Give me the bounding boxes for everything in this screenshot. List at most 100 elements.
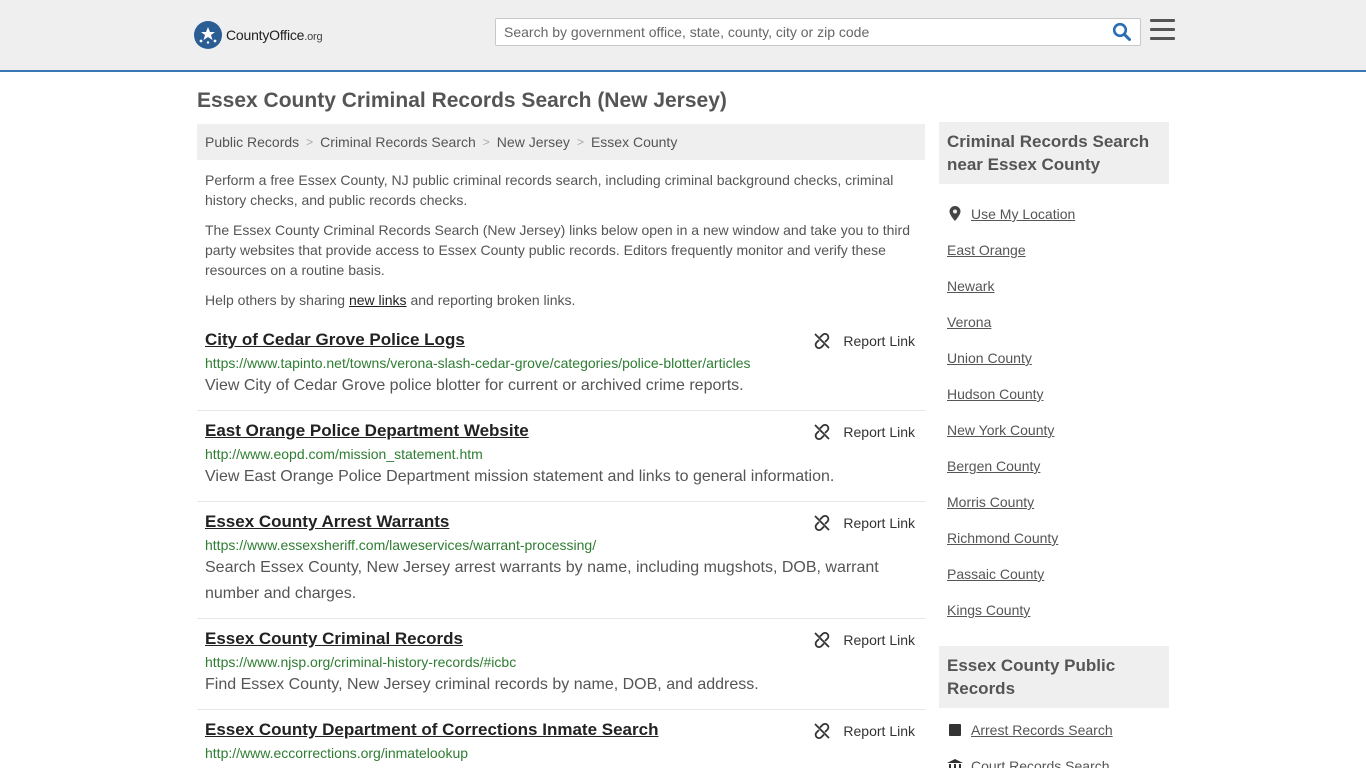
- nearby-heading: Criminal Records Search near Essex Count…: [939, 122, 1169, 184]
- results-list: City of Cedar Grove Police Logs Report L…: [197, 320, 925, 768]
- arrest-records-search-link[interactable]: Arrest Records Search: [971, 722, 1113, 738]
- site-logo[interactable]: CountyOffice.org: [194, 20, 323, 50]
- nearby-item: Newark: [947, 268, 1169, 304]
- result-item: City of Cedar Grove Police Logs Report L…: [197, 320, 925, 411]
- breadcrumb-essex-county[interactable]: Essex County: [591, 134, 677, 150]
- nearby-link-new-york-county[interactable]: New York County: [947, 422, 1054, 438]
- report-link-button[interactable]: Report Link: [813, 722, 915, 740]
- nearby-item: East Orange: [947, 232, 1169, 268]
- breadcrumb-separator: >: [306, 135, 314, 149]
- main-content: Perform a free Essex County, NJ public c…: [197, 170, 925, 768]
- nearby-link-bergen-county[interactable]: Bergen County: [947, 458, 1040, 474]
- nearby-item: Morris County: [947, 484, 1169, 520]
- broken-link-icon: [814, 632, 831, 648]
- nearby-item: New York County: [947, 412, 1169, 448]
- court-records-search-link[interactable]: Court Records Search: [971, 758, 1110, 768]
- report-link-button[interactable]: Report Link: [813, 631, 915, 649]
- intro: Perform a free Essex County, NJ public c…: [197, 170, 925, 310]
- result-title-link[interactable]: Essex County Arrest Warrants: [205, 512, 449, 532]
- hamburger-menu-button[interactable]: [1150, 19, 1175, 41]
- breadcrumb: Public Records > Criminal Records Search…: [197, 124, 925, 160]
- page-title: Essex County Criminal Records Search (Ne…: [197, 89, 727, 112]
- report-link-button[interactable]: Report Link: [813, 332, 915, 350]
- search-input[interactable]: [496, 19, 1096, 45]
- nearby-link-east-orange[interactable]: East Orange: [947, 242, 1026, 258]
- menu-bar: [1150, 37, 1175, 40]
- logo-badge-icon: [194, 21, 222, 49]
- broken-link-icon: [814, 723, 831, 739]
- nearby-item: Kings County: [947, 592, 1169, 628]
- nearby-link-newark[interactable]: Newark: [947, 278, 994, 294]
- nearby-link-richmond-county[interactable]: Richmond County: [947, 530, 1058, 546]
- intro-text: and reporting broken links.: [406, 292, 576, 308]
- nearby-link-morris-county[interactable]: Morris County: [947, 494, 1034, 510]
- nearby-item: Union County: [947, 340, 1169, 376]
- result-url: https://www.njsp.org/criminal-history-re…: [205, 654, 517, 670]
- public-records-list: Arrest Records Search Court Records Sear…: [939, 708, 1169, 768]
- site-header: CountyOffice.org: [0, 0, 1366, 72]
- report-link-button[interactable]: Report Link: [813, 423, 915, 441]
- nearby-link-kings-county[interactable]: Kings County: [947, 602, 1030, 618]
- report-link-label: Report Link: [843, 424, 915, 440]
- new-links-link[interactable]: new links: [349, 292, 407, 308]
- menu-bar: [1150, 28, 1175, 31]
- intro-text: Help others by sharing: [205, 292, 349, 308]
- use-my-location-link[interactable]: Use My Location: [971, 206, 1075, 222]
- public-records-heading: Essex County Public Records: [939, 646, 1169, 708]
- report-link-button[interactable]: Report Link: [813, 514, 915, 532]
- report-link-label: Report Link: [843, 632, 915, 648]
- menu-bar: [1150, 19, 1175, 22]
- search-icon: [1112, 22, 1131, 41]
- result-url: https://www.essexsheriff.com/laweservice…: [205, 537, 597, 553]
- breadcrumb-criminal-records-search[interactable]: Criminal Records Search: [320, 134, 476, 150]
- intro-paragraph-3: Help others by sharing new links and rep…: [197, 290, 925, 310]
- nearby-item: Richmond County: [947, 520, 1169, 556]
- nearby-link-passaic-county[interactable]: Passaic County: [947, 566, 1044, 582]
- logo-text: CountyOffice.org: [226, 27, 323, 43]
- search-button[interactable]: [1112, 22, 1134, 44]
- result-title-link[interactable]: East Orange Police Department Website: [205, 421, 529, 441]
- result-item: East Orange Police Department Website Re…: [197, 411, 925, 502]
- nearby-list: Use My Location East Orange Newark Veron…: [939, 184, 1169, 636]
- search-box: [495, 18, 1141, 46]
- nearby-link-hudson-county[interactable]: Hudson County: [947, 386, 1044, 402]
- nearby-item: Bergen County: [947, 448, 1169, 484]
- use-location-item: Use My Location: [947, 196, 1169, 232]
- result-url: http://www.eccorrections.org/inmatelooku…: [205, 745, 469, 761]
- result-title-link[interactable]: City of Cedar Grove Police Logs: [205, 330, 465, 350]
- public-records-item: Court Records Search: [947, 748, 1169, 768]
- result-item: Essex County Arrest Warrants Report Link…: [197, 502, 925, 619]
- broken-link-icon: [814, 515, 831, 531]
- broken-link-icon: [814, 424, 831, 440]
- sidebar: Criminal Records Search near Essex Count…: [939, 122, 1169, 768]
- nearby-link-union-county[interactable]: Union County: [947, 350, 1032, 366]
- map-pin-icon: [947, 206, 963, 222]
- result-item: Essex County Department of Corrections I…: [197, 710, 925, 768]
- public-records-item: Arrest Records Search: [947, 712, 1169, 748]
- nearby-item: Verona: [947, 304, 1169, 340]
- square-icon: [947, 722, 963, 738]
- report-link-label: Report Link: [843, 723, 915, 739]
- report-link-label: Report Link: [843, 515, 915, 531]
- result-url: http://www.eopd.com/mission_statement.ht…: [205, 446, 483, 462]
- result-description: Find Essex County, New Jersey criminal r…: [205, 676, 759, 693]
- result-item: Essex County Criminal Records Report Lin…: [197, 619, 925, 710]
- result-title-link[interactable]: Essex County Department of Corrections I…: [205, 720, 658, 740]
- breadcrumb-public-records[interactable]: Public Records: [205, 134, 299, 150]
- intro-paragraph-1: Perform a free Essex County, NJ public c…: [205, 172, 894, 208]
- nearby-link-verona[interactable]: Verona: [947, 314, 991, 330]
- result-description: Search Essex County, New Jersey arrest w…: [205, 559, 879, 602]
- result-title-link[interactable]: Essex County Criminal Records: [205, 629, 463, 649]
- courthouse-icon: [947, 758, 963, 768]
- breadcrumb-new-jersey[interactable]: New Jersey: [497, 134, 570, 150]
- nearby-item: Hudson County: [947, 376, 1169, 412]
- result-description: View East Orange Police Department missi…: [205, 468, 835, 485]
- breadcrumb-separator: >: [576, 135, 584, 149]
- result-url: https://www.tapinto.net/towns/verona-sla…: [205, 355, 751, 371]
- breadcrumb-separator: >: [482, 135, 490, 149]
- intro-paragraph-2: The Essex County Criminal Records Search…: [205, 222, 910, 278]
- report-link-label: Report Link: [843, 333, 915, 349]
- broken-link-icon: [814, 333, 831, 349]
- nearby-item: Passaic County: [947, 556, 1169, 592]
- result-description: View City of Cedar Grove police blotter …: [205, 377, 744, 394]
